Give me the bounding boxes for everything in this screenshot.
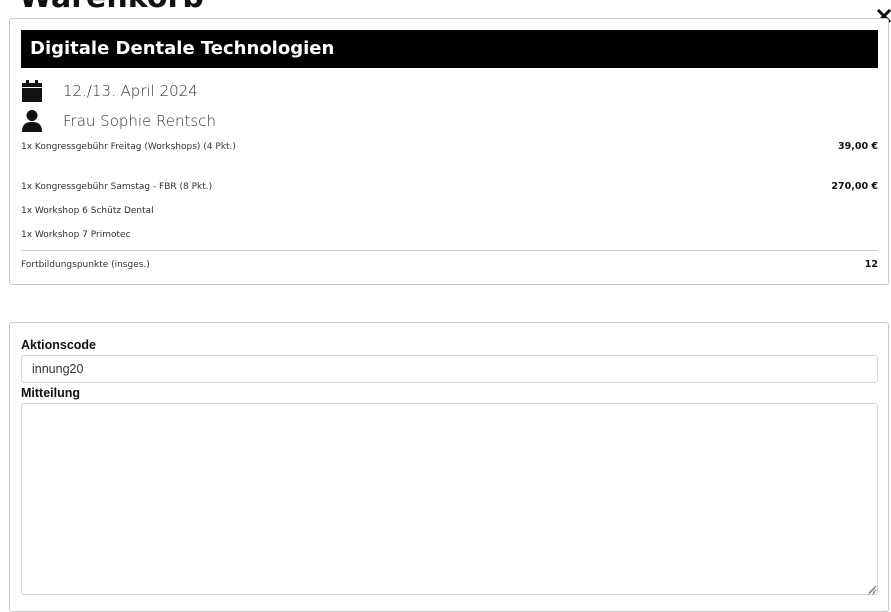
points-total: 12: [864, 259, 878, 270]
line-item-description: 1x Kongressgebühr Freitag (Workshops) (4…: [21, 142, 236, 152]
page-title: Warenkorb: [19, 0, 204, 16]
line-item-description: 1x Workshop 6 Schütz Dental: [21, 206, 154, 216]
attendee-name: Frau Sophie Rentsch: [63, 112, 216, 130]
line-item-price: 39,00 €: [838, 141, 878, 152]
points-label: Fortbildungspunkte (insges.): [21, 260, 150, 270]
event-title: Digitale Dentale Technologien: [21, 30, 878, 68]
event-date-row: 12./13. April 2024: [22, 79, 198, 103]
calendar-icon: [22, 80, 42, 102]
line-item: 1x Kongressgebühr Freitag (Workshops) (4…: [21, 141, 878, 153]
cart-summary-card: Digitale Dentale Technologien 12./13. Ap…: [9, 18, 889, 285]
promo-code-input[interactable]: [21, 355, 878, 383]
line-item-price: 270,00 €: [831, 181, 878, 192]
message-label: Mitteilung: [21, 386, 81, 400]
promo-code-label: Aktionscode: [21, 338, 97, 352]
event-date: 12./13. April 2024: [63, 82, 198, 100]
line-item: 1x Workshop 6 Schütz Dental: [21, 205, 878, 217]
line-item: 1x Kongressgebühr Samstag - FBR (8 Pkt.)…: [21, 181, 878, 193]
line-item: 1x Workshop 7 Primotec: [21, 229, 878, 241]
divider: [21, 250, 878, 251]
attendee-row: Frau Sophie Rentsch: [22, 109, 216, 133]
points-total-row: Fortbildungspunkte (insges.) 12: [21, 259, 878, 271]
order-form-card: Aktionscode Mitteilung: [9, 322, 889, 612]
message-textarea[interactable]: [21, 403, 878, 595]
user-icon: [22, 110, 42, 132]
line-item-description: 1x Kongressgebühr Samstag - FBR (8 Pkt.): [21, 182, 213, 192]
line-item-description: 1x Workshop 7 Primotec: [21, 230, 131, 240]
